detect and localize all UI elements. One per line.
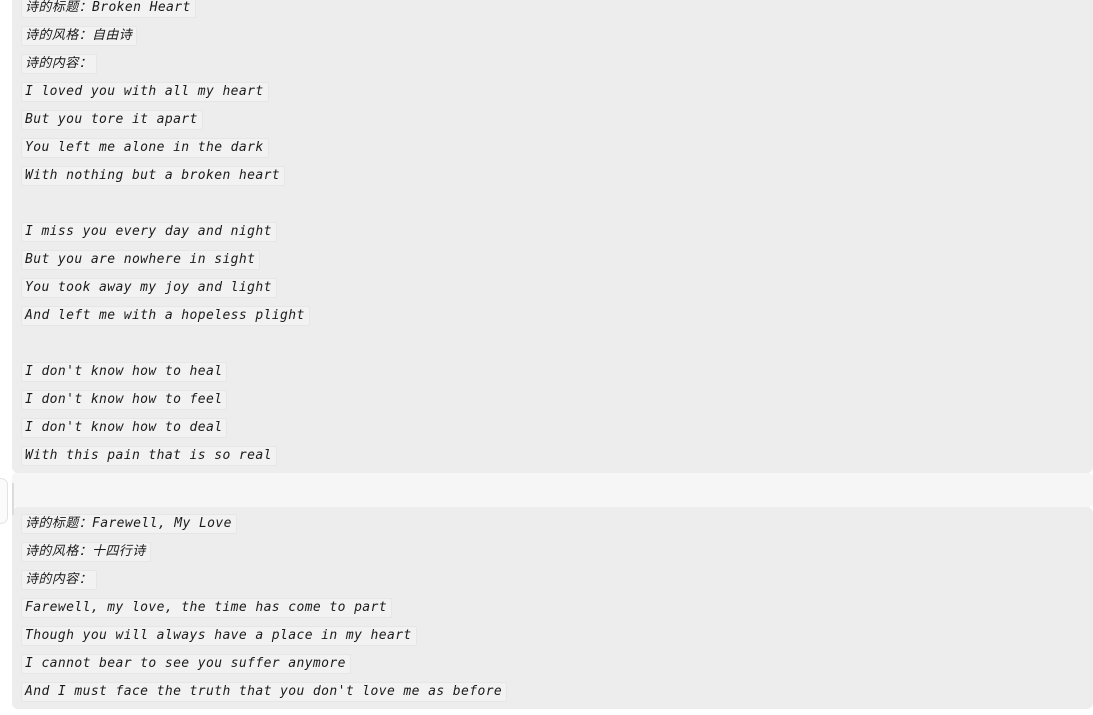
poem-line: I cannot bear to see you suffer anymore	[12, 649, 1093, 677]
poem-line-text: I don't know how to deal	[21, 417, 228, 438]
poem-line: I miss you every day and night	[12, 217, 1093, 245]
poem-line-text: Farewell, my love, the time has come to …	[21, 597, 392, 618]
poem-content-label-text: 诗的内容：	[21, 53, 98, 74]
poem-content-label-text: 诗的内容：	[21, 569, 98, 590]
poem-line-text: Though you will always have a place in m…	[21, 625, 417, 646]
poem-title-text: 诗的标题：Broken Heart	[21, 0, 196, 18]
poem-line-text: I cannot bear to see you suffer anymore	[21, 653, 351, 674]
poem-line: But you tore it apart	[12, 105, 1093, 133]
poem-line: With nothing but a broken heart	[12, 161, 1093, 189]
poem-line-text: I loved you with all my heart	[21, 81, 269, 102]
poem-line: I loved you with all my heart	[12, 77, 1093, 105]
poem-line: You left me alone in the dark	[12, 133, 1093, 161]
poem-line-text: You left me alone in the dark	[21, 137, 269, 158]
poem-line-text: I don't know how to feel	[21, 389, 228, 410]
poem-line: I don't know how to feel	[12, 385, 1093, 413]
poem-line-text: With this pain that is so real	[21, 445, 277, 466]
poem-line-text: I don't know how to heal	[21, 361, 228, 382]
poem-line: Farewell, my love, the time has come to …	[12, 593, 1093, 621]
poem-line: You took away my joy and light	[12, 273, 1093, 301]
poem-line-text: And I must face the truth that you don't…	[21, 681, 508, 702]
poem-style-text: 诗的风格：自由诗	[21, 25, 138, 46]
poem-stanza-gap	[12, 329, 1093, 357]
poem-stanza-gap	[12, 189, 1093, 217]
message-block-poem-2[interactable]: 诗的标题：Farewell, My Love 诗的风格：十四行诗 诗的内容： F…	[12, 507, 1093, 709]
poem-title-text: 诗的标题：Farewell, My Love	[21, 513, 237, 534]
poem-line-text: I miss you every day and night	[21, 221, 277, 242]
text-caret-tick	[12, 483, 14, 515]
poem-line-text: But you are nowhere in sight	[21, 249, 261, 270]
poem-line: And I must face the truth that you don't…	[12, 677, 1093, 705]
poem-line: I don't know how to deal	[12, 413, 1093, 441]
poem-style-line: 诗的风格：自由诗	[12, 21, 1093, 49]
poem-line-text: But you tore it apart	[21, 109, 203, 130]
poem-line-text: With nothing but a broken heart	[21, 165, 286, 186]
poem-style-line: 诗的风格：十四行诗	[12, 537, 1093, 565]
poem-title-line: 诗的标题：Farewell, My Love	[12, 509, 1093, 537]
message-divider	[12, 473, 1093, 507]
poem-line-text: You took away my joy and light	[21, 277, 277, 298]
poem-line: I don't know how to heal	[12, 357, 1093, 385]
poem-content-label-line: 诗的内容：	[12, 49, 1093, 77]
poem-style-text: 诗的风格：十四行诗	[21, 541, 151, 562]
poem-line: With this pain that is so real	[12, 441, 1093, 469]
left-gutter	[0, 0, 12, 715]
message-block-poem-1[interactable]: 诗的标题：Broken Heart 诗的风格：自由诗 诗的内容： I loved…	[12, 0, 1093, 473]
poem-line: But you are nowhere in sight	[12, 245, 1093, 273]
poem-title-line: 诗的标题：Broken Heart	[12, 0, 1093, 21]
poem-content-label-line: 诗的内容：	[12, 565, 1093, 593]
message-container-edge	[0, 478, 8, 524]
poem-line: Though you will always have a place in m…	[12, 621, 1093, 649]
poem-line: And left me with a hopeless plight	[12, 301, 1093, 329]
scroll-viewport[interactable]: 诗的标题：Broken Heart 诗的风格：自由诗 诗的内容： I loved…	[0, 0, 1093, 715]
poem-line-text: And left me with a hopeless plight	[21, 305, 310, 326]
